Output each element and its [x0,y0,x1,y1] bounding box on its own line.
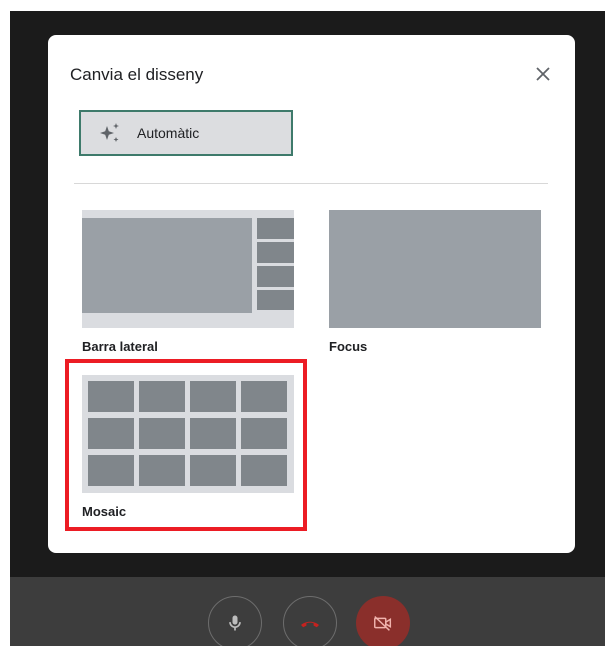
layout-option-focus[interactable]: Focus [329,210,541,354]
camera-button[interactable] [356,596,410,646]
layout-label-focus: Focus [329,339,368,354]
sidebar-layout-thumbnail [82,210,294,328]
layout-label-mosaic: Mosaic [82,504,127,519]
close-button[interactable] [530,61,556,87]
auto-layout-label: Automàtic [137,125,200,141]
hang-up-icon [301,621,319,628]
mosaic-layout-thumbnail [82,375,294,493]
layout-label-sidebar: Barra lateral [82,339,158,354]
microphone-button[interactable] [208,596,262,646]
layout-option-sidebar[interactable]: Barra lateral [82,210,294,354]
auto-layout-button[interactable]: Automàtic [79,110,293,156]
layout-option-mosaic[interactable]: Mosaic [82,375,294,519]
meeting-stage: Canvia el disseny Automàtic Barra latera… [10,11,605,646]
divider [74,183,548,184]
microphone-icon [229,615,241,631]
dialog-title: Canvia el disseny [70,65,204,84]
sparkle-icon [100,123,119,142]
camera-off-icon [374,616,392,631]
close-icon [536,67,550,81]
hang-up-button[interactable] [283,596,337,646]
change-layout-dialog: Canvia el disseny Automàtic Barra latera… [48,35,575,553]
focus-layout-thumbnail [329,210,541,328]
